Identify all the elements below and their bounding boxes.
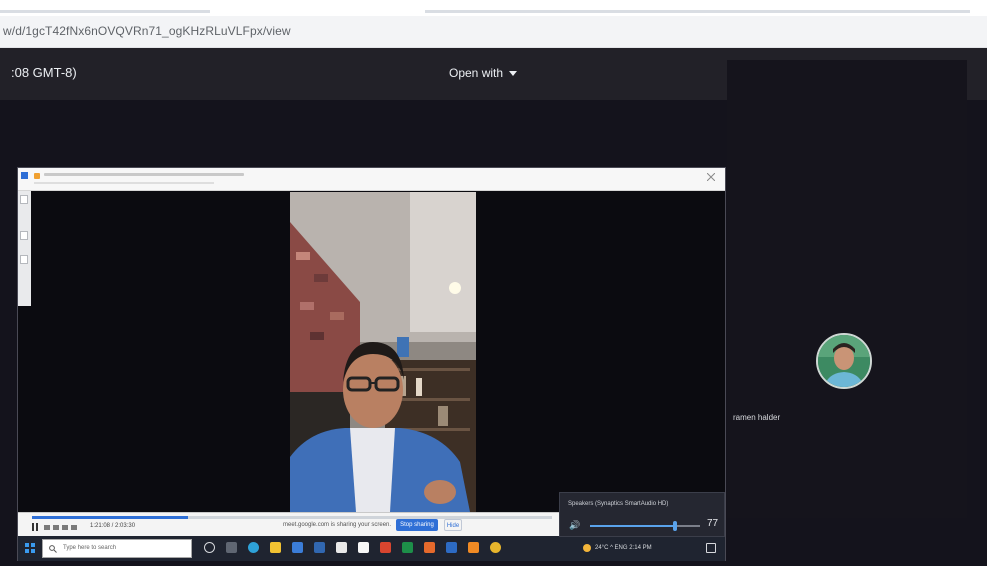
media-player-icon [34, 173, 40, 179]
stop-sharing-button[interactable]: Stop sharing [396, 519, 438, 531]
speaker-icon[interactable]: 🔊 [569, 520, 580, 531]
folder-icon[interactable] [20, 195, 28, 204]
vlc-icon[interactable] [468, 542, 479, 553]
fullscreen-button[interactable] [71, 525, 77, 530]
windows-start-icon[interactable] [25, 543, 35, 553]
windows-taskbar: Type here to search 24°C ^ ENG 2:14 PM [18, 536, 725, 561]
hide-button[interactable]: Hide [444, 519, 462, 531]
previous-button[interactable] [53, 525, 59, 530]
search-placeholder: Type here to search [63, 545, 117, 551]
tray-status[interactable]: 24°C ^ ENG 2:14 PM [595, 545, 652, 551]
excel-icon[interactable] [402, 542, 413, 553]
edge-icon[interactable] [248, 542, 259, 553]
chevron-down-icon [509, 70, 518, 76]
shared-screen-window: 1:21:08 / 2:03:30 meet.google.com is sha… [17, 167, 726, 561]
video-frame[interactable] [290, 192, 476, 512]
next-button[interactable] [62, 525, 68, 530]
file-explorer-icon[interactable] [270, 542, 281, 553]
participant-name: ramen halder [733, 413, 781, 422]
window-title [44, 173, 244, 176]
address-bar[interactable]: w/d/1gcT42fNx6nOVQVRn71_ogKHzRLuVLFpx/vi… [0, 16, 987, 48]
notification-icon[interactable] [706, 543, 716, 553]
store-icon[interactable] [314, 542, 325, 553]
volume-slider-thumb[interactable] [672, 521, 677, 531]
playback-controls [44, 525, 77, 530]
file-title: :08 GMT-8) [11, 65, 77, 80]
browser-tab-strip [0, 0, 987, 16]
folder-icon[interactable] [20, 231, 28, 240]
chrome-icon[interactable] [490, 542, 501, 553]
volume-popup: Speakers (Synaptics SmartAudio HD) 🔊 77 [559, 492, 725, 537]
word-icon[interactable] [446, 542, 457, 553]
browser-tab[interactable] [425, 10, 970, 13]
media-player-icon[interactable] [424, 542, 435, 553]
participant-avatar [816, 333, 872, 389]
participant-tile [727, 60, 967, 518]
task-view-icon[interactable] [226, 542, 237, 553]
system-tray: 24°C ^ ENG 2:14 PM [583, 544, 652, 552]
folder-icon[interactable] [20, 255, 28, 264]
volume-value: 77 [707, 518, 719, 529]
weather-icon[interactable] [583, 544, 591, 552]
open-with-label: Open with [449, 66, 504, 80]
taskbar-apps [204, 542, 501, 553]
browser-tab[interactable] [0, 10, 210, 13]
seek-bar-progress [32, 516, 188, 519]
seek-bar[interactable] [32, 516, 552, 519]
open-with-button[interactable]: Open with [449, 66, 518, 80]
stop-button[interactable] [44, 525, 50, 530]
address-bar-url[interactable]: w/d/1gcT42fNx6nOVQVRn71_ogKHzRLuVLFpx/vi… [3, 24, 291, 38]
pause-button[interactable] [32, 523, 38, 531]
video-content-image [290, 192, 476, 512]
screen-share-message: meet.google.com is sharing your screen. [283, 522, 392, 528]
notepad-icon[interactable] [336, 542, 347, 553]
taskbar-search-input[interactable]: Type here to search [42, 539, 192, 558]
volume-slider[interactable] [590, 521, 700, 531]
windows-logo-icon [21, 172, 28, 179]
playback-time: 1:21:08 / 2:03:30 [90, 523, 136, 529]
mail-icon[interactable] [292, 542, 303, 553]
person-photo-icon [818, 335, 870, 387]
window-titlebar [18, 168, 725, 191]
powerpoint-icon[interactable] [380, 542, 391, 553]
window-menu-bar[interactable] [34, 182, 214, 184]
search-icon [49, 545, 57, 553]
audio-device-name: Speakers (Synaptics SmartAudio HD) [568, 501, 669, 507]
close-icon[interactable] [707, 173, 715, 181]
calendar-icon[interactable] [358, 542, 369, 553]
cortana-icon[interactable] [204, 542, 215, 553]
volume-slider-fill [590, 525, 675, 527]
explorer-sidebar [18, 191, 31, 306]
